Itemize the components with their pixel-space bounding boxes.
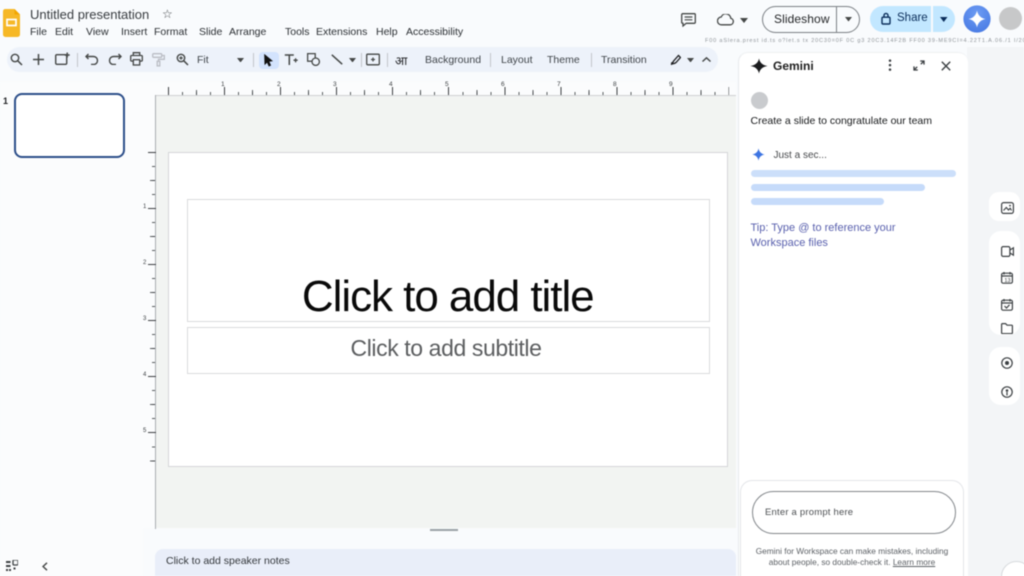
svg-text:13: 13 [1004,278,1010,284]
